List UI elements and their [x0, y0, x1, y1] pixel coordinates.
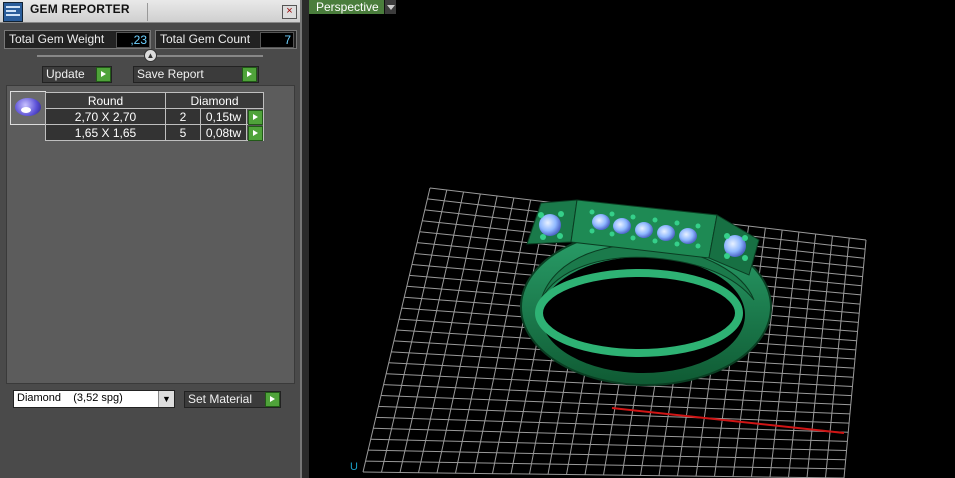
material-dropdown[interactable]: Diamond (3,52 spg) ▼ [13, 390, 175, 408]
material-header: Diamond [165, 92, 264, 109]
gem-size-cell: 2,70 X 2,70 [45, 108, 166, 125]
total-gem-count-value[interactable]: 7 [260, 32, 294, 48]
play-icon [96, 67, 111, 82]
title-divider [147, 3, 148, 21]
set-material-button-label: Set Material [188, 392, 253, 406]
axis-u-label: U [350, 461, 358, 473]
play-icon [248, 110, 263, 125]
view-dropdown-chevron-icon[interactable] [384, 0, 396, 14]
total-gem-weight-field: Total Gem Weight ,23 [4, 30, 151, 49]
gem-weight-cell: 0,15tw [200, 108, 247, 125]
update-button-label: Update [46, 67, 85, 81]
scene: U [350, 187, 867, 478]
gem-qty-cell: 5 [165, 124, 201, 141]
shape-header: Round [45, 92, 166, 109]
play-icon [248, 126, 263, 141]
x-axis-line [611, 407, 845, 434]
row-select-button[interactable] [246, 108, 264, 125]
round-diamond-icon [10, 91, 46, 125]
gem-table: Round Diamond 2,70 X 2,70 2 0,15tw 1,65 … [45, 92, 264, 141]
save-report-button-label: Save Report [137, 67, 204, 81]
total-gem-weight-value[interactable]: ,23 [116, 32, 150, 48]
ring-model [520, 199, 772, 386]
panel-edge [302, 0, 309, 478]
gem-qty-cell: 2 [165, 108, 201, 125]
table-row: 1,65 X 1,65 5 0,08tw [45, 124, 264, 141]
play-icon [242, 67, 257, 82]
save-report-button[interactable]: Save Report [133, 66, 259, 83]
total-gem-count-label: Total Gem Count [160, 32, 251, 46]
close-icon[interactable]: × [282, 5, 297, 19]
gem-reporter-panel: GEM REPORTER × Total Gem Weight ,23 Tota… [0, 0, 302, 478]
3d-viewport[interactable]: U Perspective [309, 0, 955, 478]
total-gem-weight-label: Total Gem Weight [9, 32, 105, 46]
update-button[interactable]: Update [42, 66, 112, 83]
gem-size-cell: 1,65 X 1,65 [45, 124, 166, 141]
gem-reporter-app-icon [3, 2, 23, 22]
material-dropdown-value: Diamond (3,52 spg) [17, 392, 123, 404]
gem-table-header: Round Diamond [45, 92, 264, 109]
set-material-button[interactable]: Set Material [184, 391, 281, 408]
total-gem-count-field: Total Gem Count 7 [155, 30, 297, 49]
table-row: 2,70 X 2,70 2 0,15tw [45, 108, 264, 125]
chevron-down-icon: ▼ [158, 391, 174, 407]
perspective-view-tab[interactable]: Perspective [309, 0, 393, 14]
window-title: GEM REPORTER [30, 2, 130, 16]
play-icon [265, 392, 280, 407]
gem-weight-cell: 0,08tw [200, 124, 247, 141]
title-bar: GEM REPORTER × [0, 0, 300, 23]
slider-handle[interactable]: ▲ [144, 49, 157, 62]
row-select-button[interactable] [246, 124, 264, 141]
